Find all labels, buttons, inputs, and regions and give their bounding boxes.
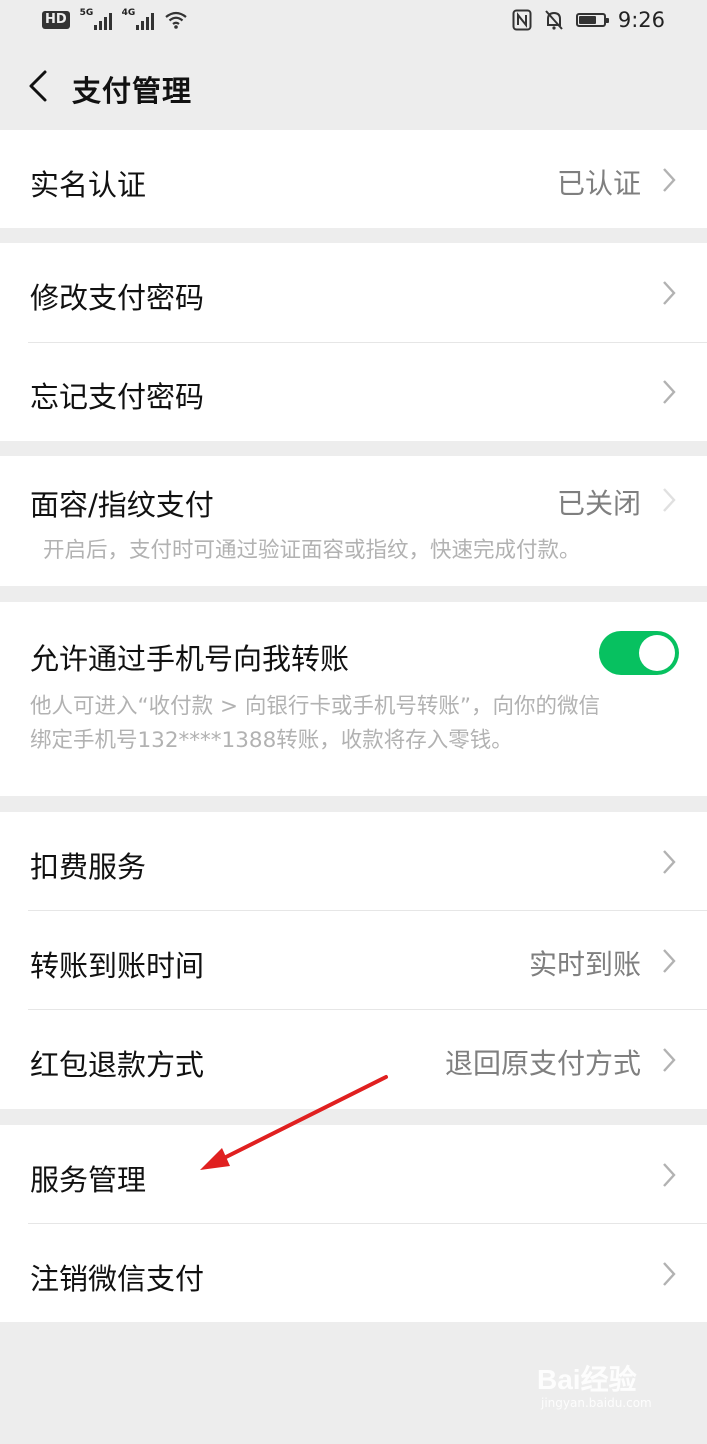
sim2-signal-icon: 4G <box>122 8 154 30</box>
row-label: 服务管理 <box>30 1163 147 1197</box>
row-red-packet-refund[interactable]: 红包退款方式 退回原支付方式 <box>0 1010 707 1109</box>
row-label: 实名认证 <box>30 168 147 202</box>
baidu-jingyan-watermark: Bai经验 jingyan.baidu.com <box>537 1354 667 1414</box>
watermark-url: jingyan.baidu.com <box>541 1396 652 1410</box>
row-change-password[interactable]: 修改支付密码 <box>0 243 707 342</box>
watermark-text: Bai经验 <box>537 1364 637 1395</box>
page-title: 支付管理 <box>72 74 193 108</box>
group-management: 服务管理 注销微信支付 <box>0 1125 707 1322</box>
row-label: 扣费服务 <box>30 850 147 884</box>
chevron-right-icon <box>663 850 676 874</box>
row-label: 允许通过手机号向我转账 <box>30 642 350 676</box>
chevron-right-icon <box>663 488 676 512</box>
navigation-bar: 支付管理 <box>0 44 707 130</box>
mute-notification-icon <box>545 10 563 30</box>
wifi-icon <box>164 11 187 29</box>
chevron-right-icon <box>663 281 676 305</box>
row-label: 红包退款方式 <box>30 1048 205 1082</box>
back-arrow-icon <box>29 70 47 102</box>
back-button[interactable] <box>18 64 58 108</box>
group-real-name: 实名认证 已认证 <box>0 130 707 228</box>
status-left-icons: HD 5G 4G <box>42 8 188 30</box>
row-description-line2: 绑定手机号132****1388转账，收款将存入零钱。 <box>30 728 513 753</box>
group-password: 修改支付密码 忘记支付密码 <box>0 243 707 441</box>
chevron-right-icon <box>663 380 676 404</box>
battery-level <box>578 16 596 24</box>
row-value: 退回原支付方式 <box>444 1047 641 1080</box>
row-value: 实时到账 <box>528 948 641 981</box>
row-cancel-wechat-pay[interactable]: 注销微信支付 <box>0 1224 707 1323</box>
chevron-right-icon <box>663 949 676 973</box>
row-transfer-time[interactable]: 转账到账时间 实时到账 <box>0 911 707 1010</box>
group-phone-transfer: 允许通过手机号向我转账 他人可进入“收付款 > 向银行卡或手机号转账”，向你的微… <box>0 602 707 796</box>
phone-transfer-toggle[interactable] <box>599 631 679 675</box>
row-service-management[interactable]: 服务管理 <box>0 1125 707 1224</box>
row-real-name[interactable]: 实名认证 已认证 <box>0 130 707 229</box>
chevron-right-icon <box>663 1048 676 1072</box>
nfc-icon <box>512 9 532 31</box>
row-label: 修改支付密码 <box>30 281 205 315</box>
row-label: 转账到账时间 <box>30 949 205 983</box>
hd-voice-icon: HD <box>42 11 70 29</box>
status-right-icons: 9:26 <box>512 8 665 32</box>
sim1-signal-icon: 5G <box>80 8 112 30</box>
status-bar: HD 5G 4G 9:26 <box>0 0 707 44</box>
row-label: 忘记支付密码 <box>30 380 205 414</box>
row-label: 面容/指纹支付 <box>30 488 214 522</box>
row-deduction-service[interactable]: 扣费服务 <box>0 812 707 911</box>
row-description: 开启后，支付时可通过验证面容或指纹，快速完成付款。 <box>43 538 581 563</box>
row-description-line1: 他人可进入“收付款 > 向银行卡或手机号转账”，向你的微信 <box>30 694 600 719</box>
row-value: 已认证 <box>556 167 641 200</box>
chevron-right-icon <box>663 1163 676 1187</box>
row-forgot-password[interactable]: 忘记支付密码 <box>0 342 707 441</box>
chevron-right-icon <box>663 168 676 192</box>
row-value: 已关闭 <box>556 487 641 520</box>
row-label: 注销微信支付 <box>30 1262 205 1296</box>
group-face-fingerprint: 面容/指纹支付 已关闭 开启后，支付时可通过验证面容或指纹，快速完成付款。 <box>0 456 707 586</box>
chevron-right-icon <box>663 1262 676 1286</box>
battery-icon <box>575 13 609 27</box>
toggle-knob <box>639 635 675 671</box>
payment-management-screen: HD 5G 4G 9:26 支付管理 实名认证 已认证 修改支付密码 忘记支付密… <box>0 0 707 1444</box>
group-services: 扣费服务 转账到账时间 实时到账 红包退款方式 退回原支付方式 <box>0 812 707 1109</box>
row-phone-transfer: 允许通过手机号向我转账 <box>0 602 707 701</box>
clock: 9:26 <box>617 8 665 32</box>
